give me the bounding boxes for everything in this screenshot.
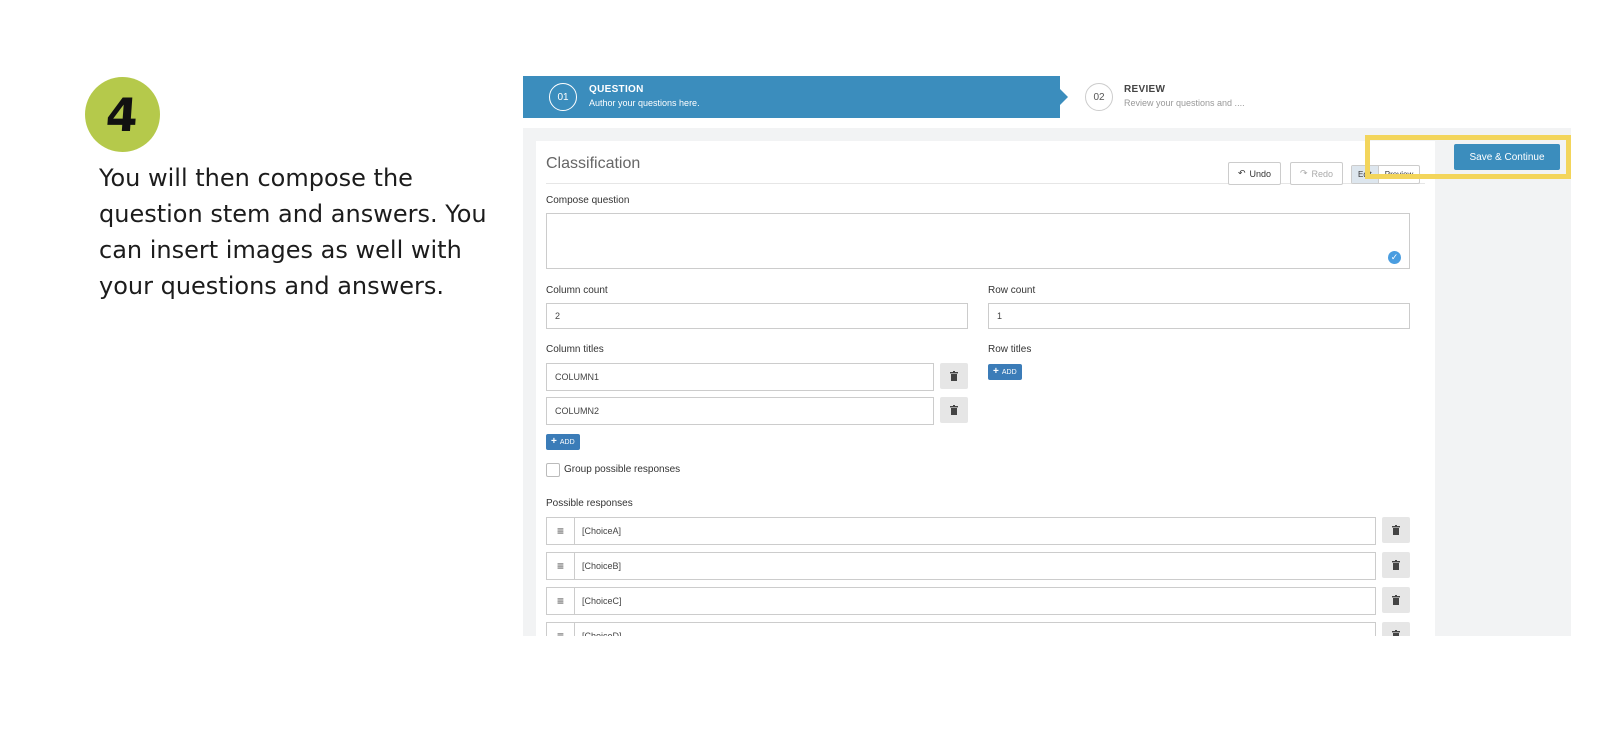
response-text[interactable]: [ChoiceB] [575, 553, 621, 579]
response-text[interactable]: [ChoiceC] [575, 588, 622, 614]
step-question-number: 01 [549, 83, 577, 111]
delete-column-button[interactable] [940, 363, 968, 389]
add-row-label: ADD [1001, 368, 1017, 376]
save-continue-button[interactable]: Save & Continue [1454, 144, 1560, 170]
add-column-label: ADD [559, 438, 575, 446]
redo-label: Redo [1311, 168, 1334, 179]
response-text[interactable]: [ChoiceA] [575, 518, 621, 544]
plus-icon: + [993, 366, 999, 377]
row-count-input[interactable]: 1 [988, 303, 1410, 329]
redo-button[interactable]: ↷ Redo [1290, 162, 1344, 185]
app-screenshot: 01 QUESTION Author your questions here. … [523, 76, 1571, 636]
column-titles-label: Column titles [546, 344, 604, 355]
row-count-label: Row count [988, 285, 1036, 296]
trash-icon [1392, 595, 1400, 605]
edit-preview-toggle: Edit Preview [1351, 165, 1421, 184]
step-review-title: REVIEW [1124, 84, 1166, 95]
question-card: Classification ↶ Undo ↷ Redo Edit Previe… [536, 141, 1435, 636]
stepper: 01 QUESTION Author your questions here. … [523, 76, 1571, 118]
drag-handle-icon[interactable]: ≡ [547, 553, 575, 579]
plus-icon: + [551, 436, 557, 447]
group-responses-checkbox[interactable] [546, 463, 560, 477]
response-row[interactable]: ≡ [ChoiceB] [546, 552, 1376, 580]
compose-question-label: Compose question [546, 195, 630, 206]
edit-tab[interactable]: Edit [1352, 166, 1379, 183]
check-icon: ✓ [1388, 251, 1401, 264]
delete-response-button[interactable] [1382, 552, 1410, 578]
step-number: 4 [104, 87, 141, 142]
redo-icon: ↷ [1300, 168, 1308, 178]
response-row[interactable]: ≡ [ChoiceA] [546, 517, 1376, 545]
row-titles-label: Row titles [988, 344, 1032, 355]
step-number-badge: 4 [85, 77, 160, 152]
drag-handle-icon[interactable]: ≡ [547, 623, 575, 636]
column-title-input[interactable]: COLUMN2 [546, 397, 934, 425]
column-count-input[interactable]: 2 [546, 303, 968, 329]
question-type-title: Classification [546, 155, 641, 172]
delete-column-button[interactable] [940, 397, 968, 423]
response-row[interactable]: ≡ [ChoiceC] [546, 587, 1376, 615]
workspace: Classification ↶ Undo ↷ Redo Edit Previe… [523, 128, 1571, 636]
response-row[interactable]: ≡ [ChoiceD] [546, 622, 1376, 636]
preview-tab[interactable]: Preview [1379, 166, 1419, 183]
step-review-number: 02 [1085, 83, 1113, 111]
compose-question-editor[interactable]: ✓ [546, 213, 1410, 269]
delete-response-button[interactable] [1382, 517, 1410, 543]
undo-button[interactable]: ↶ Undo [1228, 162, 1282, 185]
step-review-subtitle: Review your questions and .... [1124, 98, 1245, 108]
add-row-button[interactable]: + ADD [988, 364, 1022, 380]
step-question-title: QUESTION [589, 84, 644, 95]
add-column-button[interactable]: + ADD [546, 434, 580, 450]
trash-icon [950, 371, 958, 381]
trash-icon [950, 405, 958, 415]
trash-icon [1392, 525, 1400, 535]
response-text[interactable]: [ChoiceD] [575, 623, 622, 636]
trash-icon [1392, 630, 1400, 636]
undo-icon: ↶ [1238, 168, 1246, 178]
group-responses-label: Group possible responses [564, 464, 681, 475]
undo-label: Undo [1249, 168, 1272, 179]
delete-response-button[interactable] [1382, 622, 1410, 636]
drag-handle-icon[interactable]: ≡ [547, 518, 575, 544]
trash-icon [1392, 560, 1400, 570]
instruction-text: You will then compose the question stem … [99, 164, 487, 300]
step-question[interactable]: 01 QUESTION Author your questions here. [523, 76, 1068, 118]
column-count-label: Column count [546, 285, 608, 296]
delete-response-button[interactable] [1382, 587, 1410, 613]
possible-responses-label: Possible responses [546, 498, 633, 509]
column-title-input[interactable]: COLUMN1 [546, 363, 934, 391]
step-question-subtitle: Author your questions here. [589, 98, 700, 108]
drag-handle-icon[interactable]: ≡ [547, 588, 575, 614]
